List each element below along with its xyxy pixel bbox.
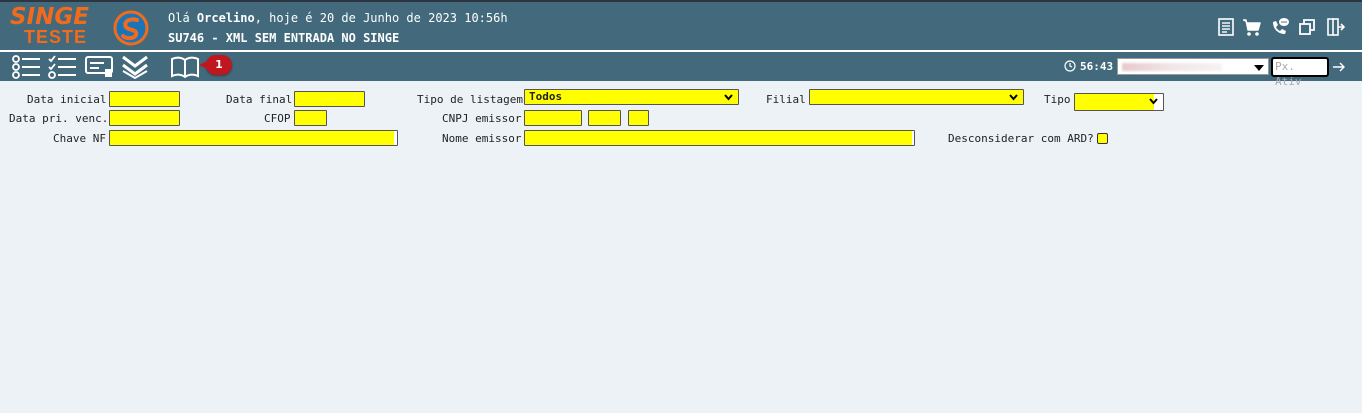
- greeting-prefix: Olá: [168, 11, 197, 25]
- chevron-down-icon: [1009, 94, 1018, 101]
- cart-icon[interactable]: [1242, 17, 1262, 37]
- cnpj-emissor-input-1[interactable]: [524, 110, 582, 126]
- data-inicial-label: Data inicial: [27, 93, 107, 106]
- data-final-input[interactable]: [294, 91, 365, 107]
- step-badge: 1: [199, 55, 232, 75]
- cnpj-emissor-input-3[interactable]: [628, 110, 649, 126]
- desconsiderar-ard-checkbox[interactable]: [1097, 133, 1108, 144]
- nome-emissor-input[interactable]: [524, 130, 915, 146]
- tipo-listagem-value: Todos: [529, 90, 563, 103]
- clock-icon: [1064, 60, 1076, 72]
- nome-emissor-label: Nome emissor: [442, 132, 522, 145]
- greeting-date: , hoje é 20 de Junho de 2023 10:56h: [254, 11, 508, 25]
- chevron-down-icon: [724, 94, 733, 101]
- px-ativ-input[interactable]: Px. Ativ: [1271, 57, 1329, 88]
- chevron-down-icon: [1149, 98, 1158, 105]
- cfop-input[interactable]: [294, 110, 327, 126]
- redacted-value: [1122, 63, 1222, 71]
- tipo-select[interactable]: [1074, 93, 1164, 111]
- chave-nf-input[interactable]: [109, 130, 398, 146]
- chave-nf-label: Chave NF: [53, 132, 106, 145]
- cnpj-emissor-input-2[interactable]: [588, 110, 621, 126]
- page-title: SU746 - XML SEM ENTRADA NO SINGE: [168, 31, 400, 45]
- book-icon[interactable]: [170, 55, 200, 79]
- logo-text-bottom: TESTE: [24, 27, 88, 47]
- session-timer: 56:43: [1080, 60, 1114, 73]
- data-inicial-input[interactable]: [109, 91, 180, 107]
- tipo-label: Tipo: [1044, 93, 1071, 106]
- logout-icon[interactable]: [1325, 17, 1345, 37]
- filial-label: Filial: [766, 93, 806, 106]
- document-icon[interactable]: [1216, 17, 1236, 37]
- brand-circle-icon: [113, 10, 149, 46]
- cnpj-emissor-label: CNPJ emissor: [442, 112, 522, 125]
- arrow-right-icon[interactable]: [1332, 61, 1346, 73]
- phone-chat-icon[interactable]: [1270, 17, 1290, 37]
- logo-text-top: SINGE: [10, 4, 89, 30]
- desconsiderar-ard-label: Desconsiderar com ARD?: [948, 132, 1094, 145]
- checklist-icon[interactable]: [47, 55, 77, 79]
- cfop-label: CFOP: [264, 112, 291, 125]
- data-final-label: Data final: [226, 93, 293, 106]
- tipo-listagem-label: Tipo de listagem: [417, 93, 523, 106]
- window-restore-icon[interactable]: [1297, 17, 1317, 37]
- data-pri-venc-input[interactable]: [109, 110, 180, 126]
- greeting: Olá Orcelino, hoje é 20 de Junho de 2023…: [168, 11, 508, 25]
- data-pri-venc-label: Data pri. venc.: [9, 112, 109, 125]
- double-chevron-down-icon[interactable]: [120, 55, 150, 79]
- user-name: Orcelino: [196, 11, 255, 25]
- tipo-listagem-select[interactable]: Todos: [524, 89, 739, 105]
- form-icon[interactable]: [84, 55, 114, 79]
- chevron-down-icon: [1254, 65, 1264, 71]
- list-icon[interactable]: [11, 55, 41, 79]
- singe-logo: SINGE TESTE: [10, 5, 106, 47]
- app-header: SINGE TESTE Olá Orcelino, hoje é 20 de J…: [0, 2, 1362, 50]
- company-select[interactable]: [1117, 58, 1269, 75]
- toolbar: 1 56:43 Px. Ativ: [0, 52, 1362, 88]
- filial-select[interactable]: [809, 89, 1024, 105]
